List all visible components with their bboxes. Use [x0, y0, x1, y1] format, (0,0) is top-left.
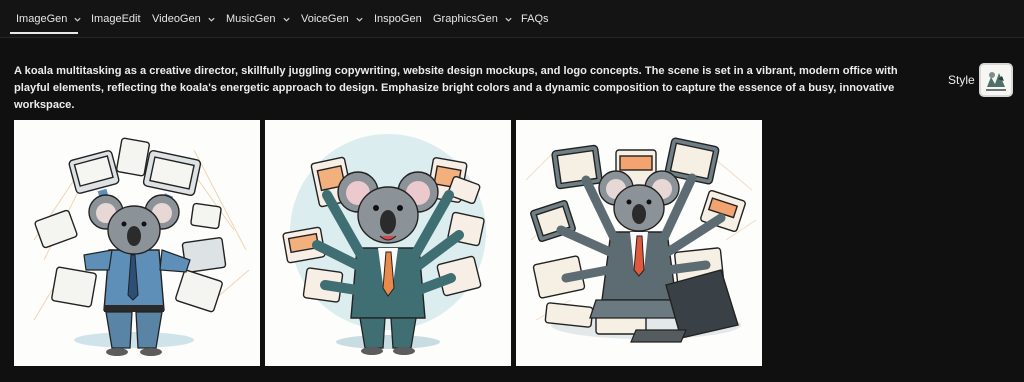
- chevron-down-icon: [282, 17, 290, 22]
- chevron-down-icon: [356, 17, 363, 22]
- tab-label: InspoGen: [374, 13, 422, 25]
- tab-label: FAQs: [521, 13, 549, 25]
- top-navigation: ImageGen ImageEdit VideoGen MusicGen Voi…: [0, 0, 1024, 38]
- koala-blue-shirt-image: [14, 120, 260, 366]
- tab-imagegen[interactable]: ImageGen: [16, 11, 82, 27]
- tab-label: ImageGen: [16, 13, 68, 25]
- prompt-text: A koala multitasking as a creative direc…: [14, 65, 898, 111]
- tab-graphicsgen[interactable]: GraphicsGen: [433, 11, 513, 27]
- tab-videogen[interactable]: VideoGen: [152, 11, 216, 27]
- tab-voicegen[interactable]: VoiceGen: [301, 11, 364, 27]
- tab-imageedit[interactable]: ImageEdit: [91, 11, 141, 27]
- style-thumbnail-button[interactable]: [979, 63, 1013, 97]
- tab-label: VideoGen: [152, 13, 201, 25]
- generated-image-2[interactable]: [265, 120, 511, 366]
- tab-faqs[interactable]: FAQs: [521, 11, 549, 27]
- tab-label: GraphicsGen: [433, 13, 498, 25]
- tab-label: VoiceGen: [301, 13, 349, 25]
- style-preview-icon: [981, 65, 1011, 95]
- tab-label: MusicGen: [226, 13, 276, 25]
- tab-musicgen[interactable]: MusicGen: [226, 11, 291, 27]
- chevron-down-icon: [74, 17, 81, 22]
- active-tab-indicator: [10, 32, 78, 34]
- style-label: Style: [948, 73, 975, 87]
- generated-image-3[interactable]: [516, 120, 762, 366]
- chevron-down-icon: [208, 17, 215, 22]
- chevron-down-icon: [505, 17, 512, 22]
- generated-image-1[interactable]: [14, 120, 260, 366]
- koala-laptop-image: [516, 120, 762, 366]
- tab-label: ImageEdit: [91, 13, 141, 25]
- tab-inspogen[interactable]: InspoGen: [374, 11, 422, 27]
- koala-teal-suit-image: [265, 120, 511, 366]
